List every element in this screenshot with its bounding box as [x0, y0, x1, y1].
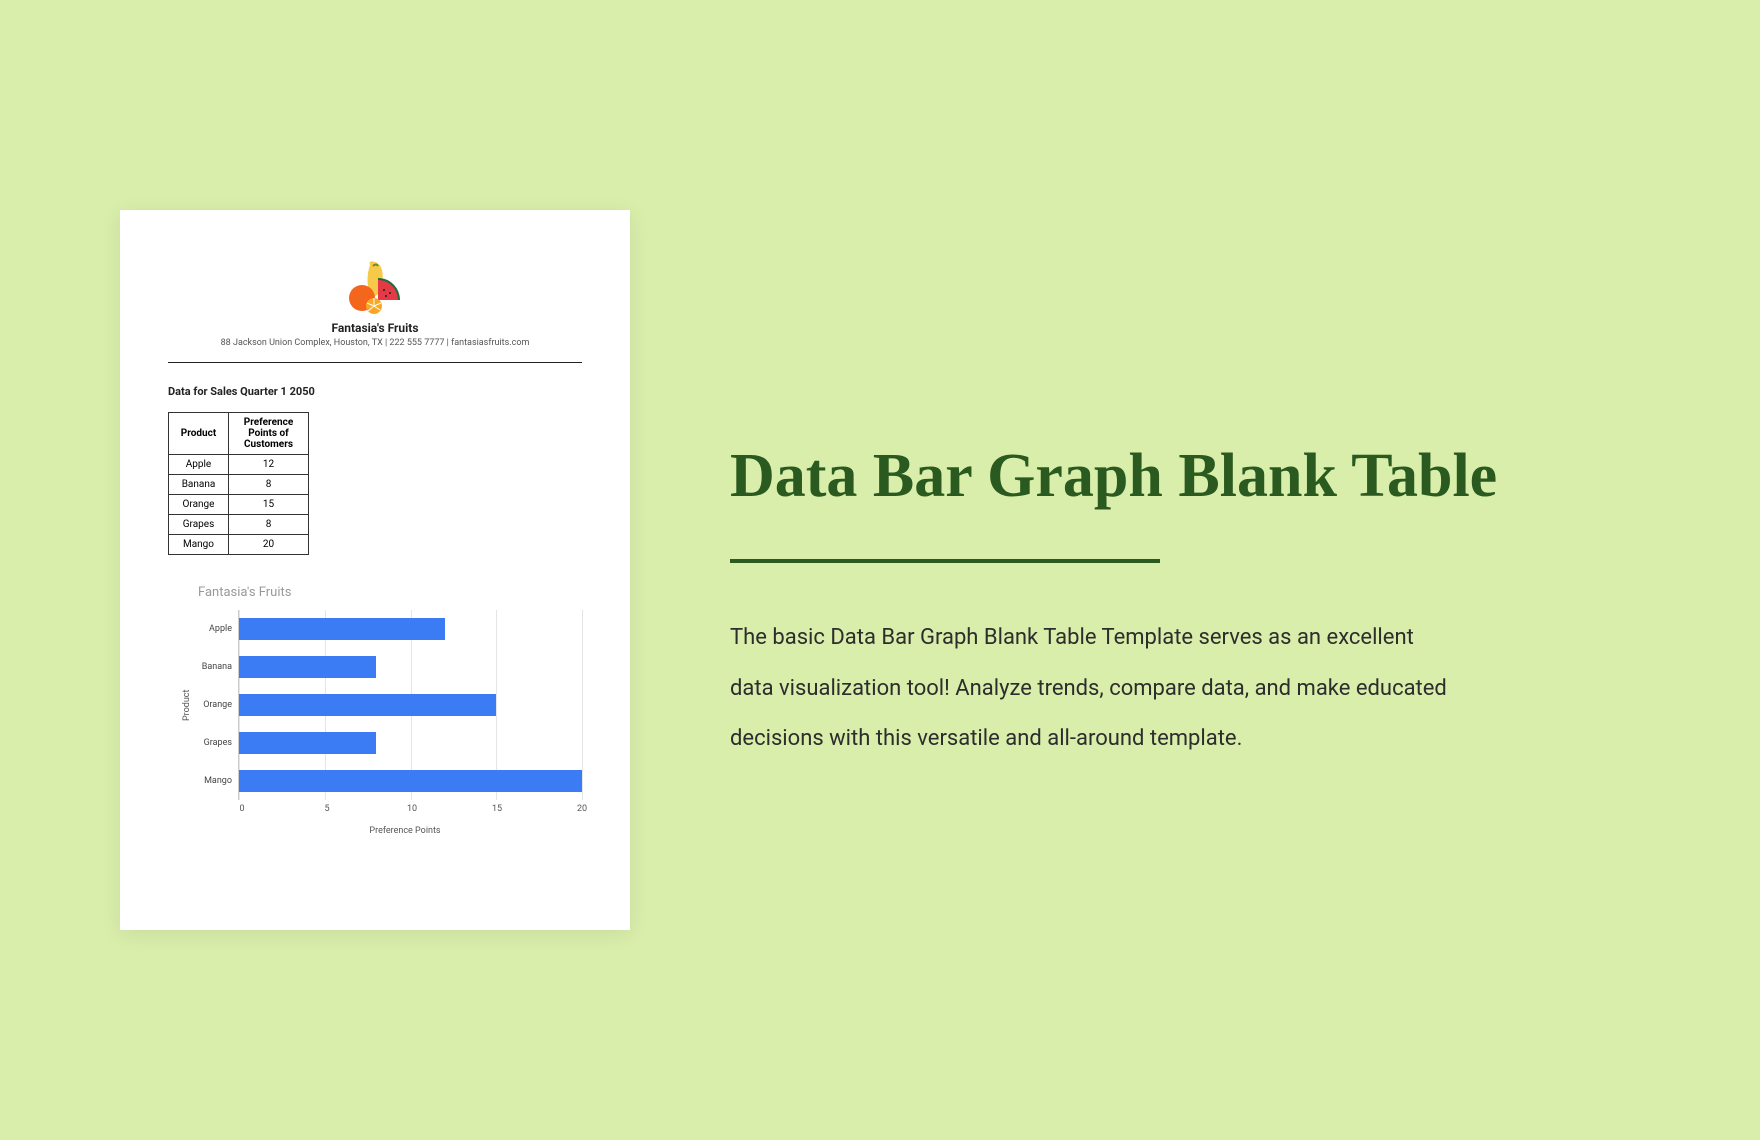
section-title: Data for Sales Quarter 1 2050: [168, 385, 582, 398]
chart-title: Fantasia's Fruits: [198, 585, 582, 600]
x-tick: 0: [239, 804, 244, 814]
table-row: Mango20: [169, 535, 309, 555]
cell-product: Grapes: [169, 515, 229, 535]
cell-value: 15: [229, 495, 309, 515]
cell-product: Banana: [169, 475, 229, 495]
page-title: Data Bar Graph Blank Table: [730, 435, 1640, 519]
table-row: Banana8: [169, 475, 309, 495]
bar: [239, 656, 376, 678]
cell-value: 12: [229, 455, 309, 475]
x-tick: 10: [407, 804, 417, 814]
cell-value: 8: [229, 475, 309, 495]
table-row: Orange15: [169, 495, 309, 515]
x-tick: 20: [577, 804, 587, 814]
cell-value: 20: [229, 535, 309, 555]
company-name: Fantasia's Fruits: [331, 321, 418, 335]
y-tick: Banana: [192, 648, 232, 686]
info-panel: Data Bar Graph Blank Table The basic Dat…: [730, 375, 1640, 764]
letterhead: Fantasia's Fruits 88 Jackson Union Compl…: [168, 260, 582, 348]
table-header-row: Product Preference Points of Customers: [169, 413, 309, 455]
title-underline: [730, 559, 1160, 563]
bar-chart: Fantasia's Fruits Product Apple Banana O…: [168, 585, 582, 836]
y-tick: Apple: [192, 610, 232, 648]
y-tick: Grapes: [192, 724, 232, 762]
x-tick: 15: [492, 804, 502, 814]
y-tick: Mango: [192, 762, 232, 800]
y-axis-label: Product: [178, 610, 192, 800]
bar: [239, 770, 582, 792]
table-row: Grapes8: [169, 515, 309, 535]
y-tick: Orange: [192, 686, 232, 724]
table-row: Apple12: [169, 455, 309, 475]
divider: [168, 362, 582, 363]
bar: [239, 618, 445, 640]
cell-product: Mango: [169, 535, 229, 555]
bar: [239, 694, 496, 716]
fruits-logo-icon: [340, 260, 410, 315]
x-tick: 5: [324, 804, 329, 814]
data-table: Product Preference Points of Customers A…: [168, 412, 309, 555]
cell-product: Apple: [169, 455, 229, 475]
y-axis-categories: Apple Banana Orange Grapes Mango: [192, 610, 238, 800]
cell-product: Orange: [169, 495, 229, 515]
plot-area: [238, 610, 582, 800]
x-axis-label: Preference Points: [228, 826, 582, 836]
company-address: 88 Jackson Union Complex, Houston, TX | …: [221, 338, 530, 348]
cell-value: 8: [229, 515, 309, 535]
document-preview: Fantasia's Fruits 88 Jackson Union Compl…: [120, 210, 630, 930]
description-text: The basic Data Bar Graph Blank Table Tem…: [730, 613, 1450, 765]
col-header-product: Product: [169, 413, 229, 455]
col-header-points: Preference Points of Customers: [229, 413, 309, 455]
x-axis-ticks: 05101520: [242, 804, 582, 818]
bar: [239, 732, 376, 754]
